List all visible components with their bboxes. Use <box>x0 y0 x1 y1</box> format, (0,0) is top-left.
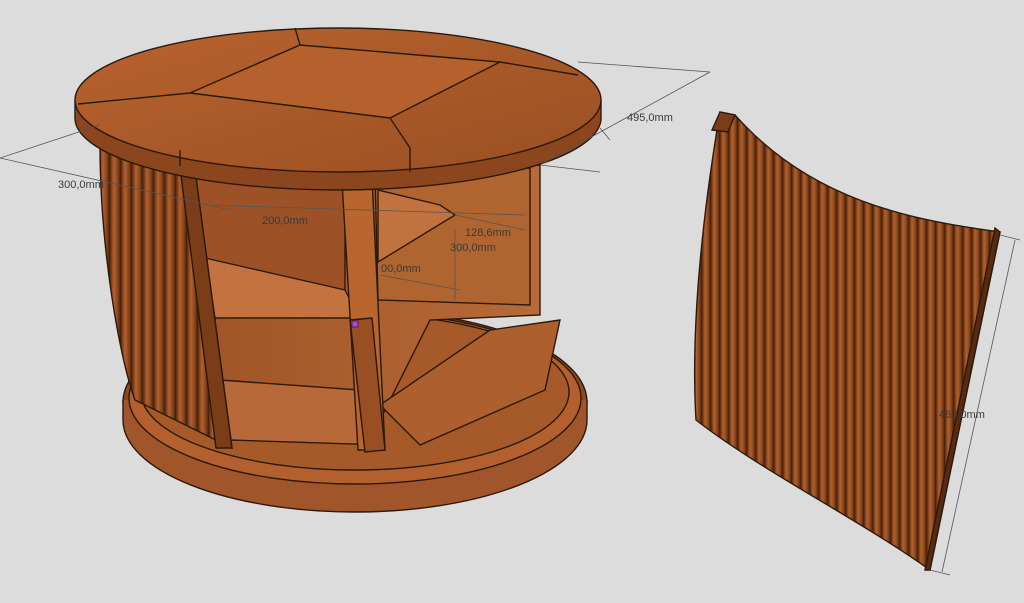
sketchup-viewport[interactable]: 495,0mm 300,0mm 200,0mm 128,6mm 300,0mm … <box>0 0 1024 603</box>
model-canvas[interactable]: 495,0mm 300,0mm 200,0mm 128,6mm 300,0mm … <box>0 0 1024 603</box>
dim-shelf-width: 200,0mm <box>262 215 308 227</box>
dim-top-diameter: 495,0mm <box>627 112 673 124</box>
curved-tambour-panel[interactable]: 465,0mm <box>693 111 1021 576</box>
dim-inner-height: 300,0mm <box>450 242 496 254</box>
dim-outer-depth: 300,0mm <box>58 179 104 191</box>
dim-shelf-depth: 128,6mm <box>465 227 511 239</box>
dim-panel-height: 465,0mm <box>939 409 985 421</box>
selection-marker[interactable] <box>351 320 359 328</box>
dim-inner-partial: 00,0mm <box>381 263 421 275</box>
tabletop[interactable] <box>74 27 602 191</box>
round-cabinet-model[interactable]: 495,0mm 300,0mm 200,0mm 128,6mm 300,0mm … <box>0 27 711 513</box>
